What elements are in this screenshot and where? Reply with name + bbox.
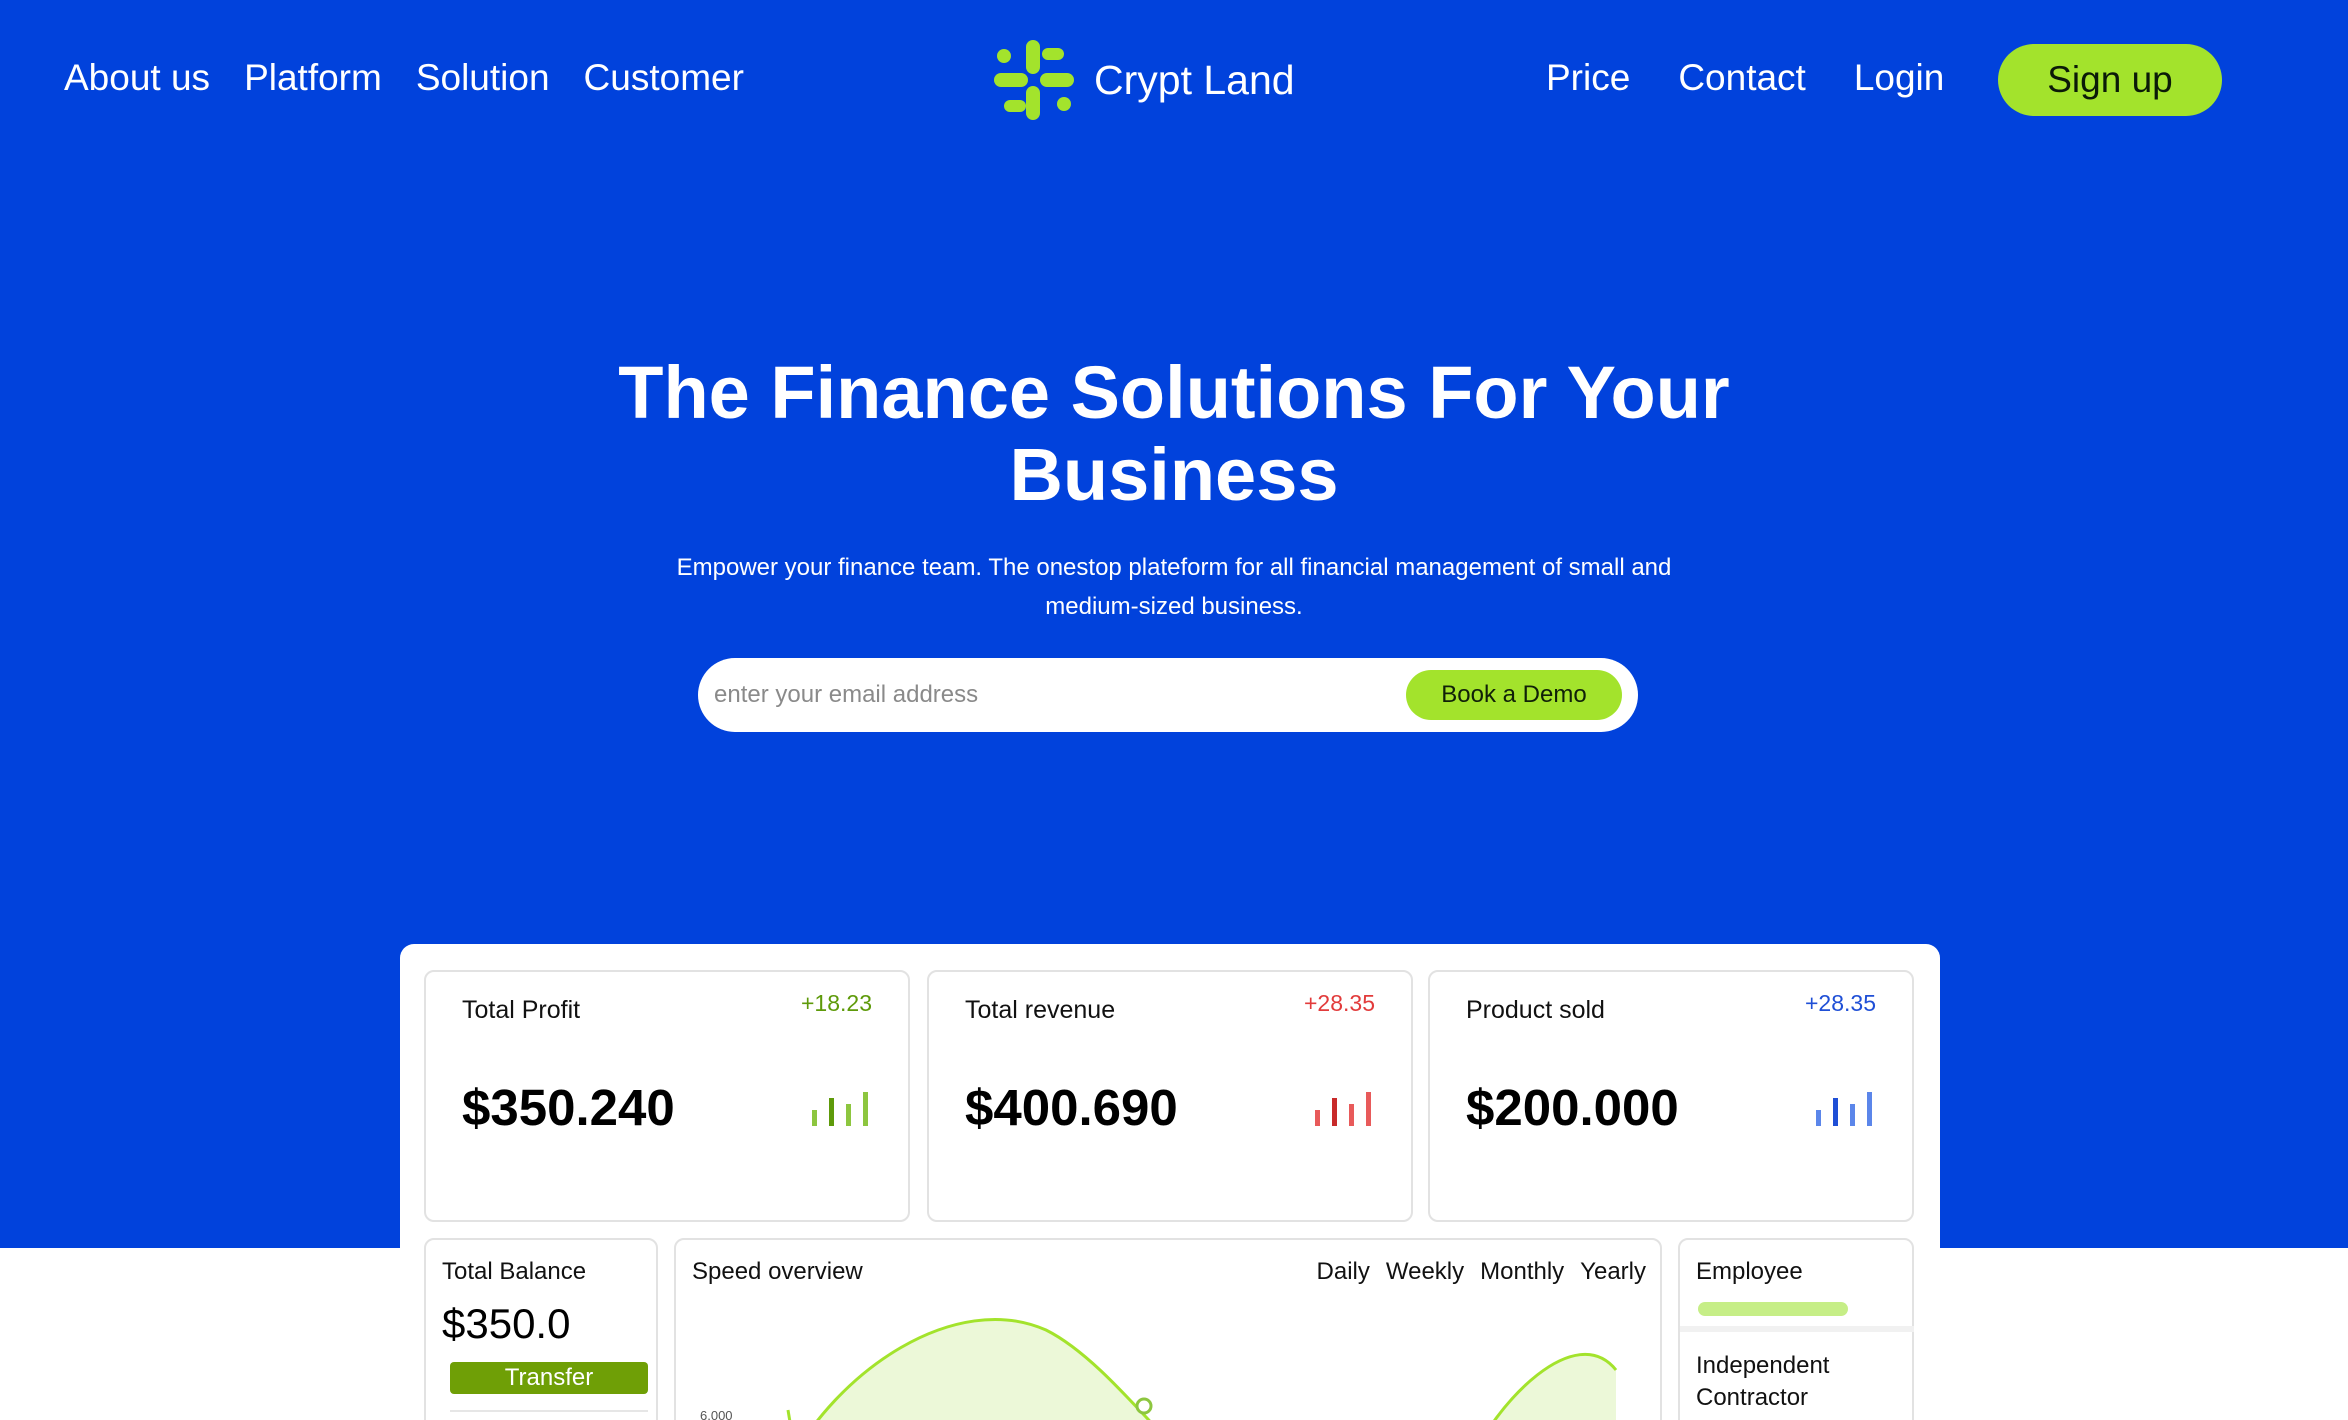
progress-bar [1698,1302,1848,1316]
stat-change: +28.35 [1304,990,1375,1016]
stat-card-total-revenue: Total revenue +28.35 $400.690 [927,970,1413,1222]
signup-button[interactable]: Sign up [1998,44,2222,116]
total-balance-card: Total Balance $350.0 Transfer [424,1238,658,1420]
stat-change: +18.23 [801,990,872,1016]
area-fill [1494,1354,1616,1420]
primary-nav-right: Price Contact Login [1546,56,1944,100]
brand[interactable]: Crypt Land [992,38,1295,122]
nav-about-us[interactable]: About us [64,56,210,100]
employee-type-label: Independent Contractor [1696,1352,1830,1411]
y-tick-label: 6,000 [700,1408,733,1420]
overview-title: Speed overview [692,1258,863,1285]
nav-contact[interactable]: Contact [1678,56,1806,100]
tab-monthly[interactable]: Monthly [1480,1258,1564,1286]
speed-overview-card: Speed overview Daily Weekly Monthly Year… [674,1238,1662,1420]
stat-label: Total revenue [965,996,1116,1024]
mini-bar-chart-icon [1816,1092,1872,1126]
employee-card: Employee Independent Contractor [1678,1238,1914,1420]
nav-customer[interactable]: Customer [584,56,744,100]
balance-title: Total Balance [442,1258,587,1285]
email-input[interactable] [714,670,1274,720]
transfer-button[interactable]: Transfer [450,1362,648,1394]
stat-value: $400.690 [965,1079,1178,1136]
stat-card-product-sold: Product sold +28.35 $200.000 [1428,970,1914,1222]
tab-yearly[interactable]: Yearly [1580,1258,1646,1286]
nav-platform[interactable]: Platform [244,56,382,100]
stat-label: Total Profit [462,996,581,1024]
brand-logo-icon [994,40,1074,120]
data-point [1135,1397,1153,1415]
email-signup-bar: Book a Demo [698,658,1638,732]
tab-weekly[interactable]: Weekly [1386,1258,1464,1286]
employee-title: Employee [1696,1258,1803,1285]
dashboard-preview: Total Profit +18.23 $350.240 Total reven… [400,944,1940,1420]
series-line [786,1409,792,1420]
stat-value: $200.000 [1466,1079,1679,1136]
nav-login[interactable]: Login [1854,56,1945,100]
divider [1680,1326,1914,1332]
hero-subtitle: Empower your finance team. The onestop p… [676,554,1672,620]
speed-overview-chart [786,1318,1618,1420]
balance-value: $350.0 [442,1300,571,1347]
period-tabs: Daily Weekly Monthly Yearly [1317,1258,1646,1286]
mini-bar-chart-icon [1315,1092,1371,1126]
book-demo-button[interactable]: Book a Demo [1406,670,1622,720]
stat-change: +28.35 [1805,990,1876,1016]
primary-nav-left: About us Platform Solution Customer [64,56,744,100]
brand-name: Crypt Land [1094,56,1295,103]
tab-daily[interactable]: Daily [1317,1258,1370,1286]
mini-bar-chart-icon [812,1092,868,1126]
hero-title: The Finance Solutions For Your Business [618,351,1730,516]
divider [450,1410,648,1412]
nav-price[interactable]: Price [1546,56,1630,100]
stat-card-total-profit: Total Profit +18.23 $350.240 [424,970,910,1222]
nav-solution[interactable]: Solution [416,56,550,100]
stat-value: $350.240 [462,1079,675,1136]
stat-label: Product sold [1466,996,1605,1024]
